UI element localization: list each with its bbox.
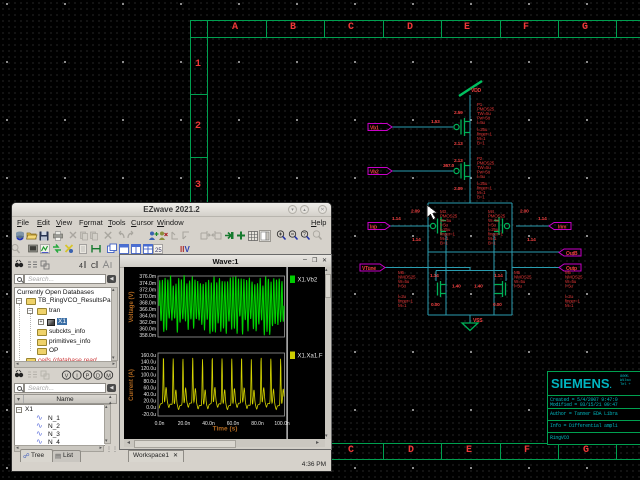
svg-text:M=1: M=1 bbox=[398, 303, 407, 308]
svg-text:4: 4 bbox=[79, 263, 83, 270]
svg-text:1.14: 1.14 bbox=[430, 273, 439, 279]
svg-text:l=5u: l=5u bbox=[565, 284, 574, 289]
svg-text:370.0m: 370.0m bbox=[139, 294, 156, 300]
svg-text:2.13: 2.13 bbox=[454, 141, 463, 147]
svg-text:80.0n: 80.0n bbox=[251, 421, 264, 427]
svg-text:1.14: 1.14 bbox=[392, 216, 401, 222]
svg-text:1.40: 1.40 bbox=[474, 284, 483, 290]
svg-text:374.0m: 374.0m bbox=[139, 281, 156, 287]
svg-text:2.09: 2.09 bbox=[411, 209, 420, 215]
svg-text:1.40: 1.40 bbox=[452, 284, 461, 290]
svg-text:VDD: VDD bbox=[471, 88, 482, 94]
svg-text:1.53: 1.53 bbox=[431, 119, 440, 125]
svg-text:P: P bbox=[86, 373, 90, 379]
svg-text:80.0u: 80.0u bbox=[143, 379, 156, 385]
svg-text:40.0u: 40.0u bbox=[143, 392, 156, 398]
svg-text:372.0m: 372.0m bbox=[139, 287, 156, 293]
svg-text:2.13: 2.13 bbox=[454, 158, 463, 164]
svg-text:Vb1: Vb1 bbox=[370, 126, 379, 132]
svg-text:0.00: 0.00 bbox=[431, 302, 440, 308]
svg-text:140.0u: 140.0u bbox=[141, 359, 157, 365]
svg-text:358.0m: 358.0m bbox=[139, 333, 156, 339]
svg-text:Time (s): Time (s) bbox=[213, 426, 238, 433]
svg-text:368.0m: 368.0m bbox=[139, 300, 156, 306]
svg-text:20.0u: 20.0u bbox=[143, 399, 156, 405]
svg-text:B=1: B=1 bbox=[477, 141, 485, 146]
svg-text:Current (A): Current (A) bbox=[129, 369, 135, 401]
svg-text:2.59: 2.59 bbox=[454, 110, 463, 116]
svg-text:120.0u: 120.0u bbox=[141, 366, 157, 372]
svg-text:0.00: 0.00 bbox=[493, 302, 502, 308]
svg-text:l=5u: l=5u bbox=[477, 174, 486, 179]
svg-text:1.14: 1.14 bbox=[538, 216, 547, 222]
svg-text:V: V bbox=[65, 373, 69, 379]
svg-text:OutB: OutB bbox=[566, 251, 578, 257]
svg-text:l=5u: l=5u bbox=[514, 284, 523, 289]
svg-text:D: D bbox=[96, 373, 100, 379]
svg-text:M: M bbox=[106, 373, 111, 379]
svg-text:2.00: 2.00 bbox=[520, 209, 529, 215]
svg-text:100.0n: 100.0n bbox=[274, 421, 290, 427]
svg-text:M=1: M=1 bbox=[565, 303, 574, 308]
svg-text:1.14: 1.14 bbox=[527, 237, 536, 243]
svg-text:360.0m: 360.0m bbox=[139, 327, 156, 333]
svg-text:C: C bbox=[91, 263, 96, 270]
svg-text:-20.0u: -20.0u bbox=[142, 412, 156, 418]
svg-text:100.0u: 100.0u bbox=[141, 373, 157, 379]
svg-text:l=5u: l=5u bbox=[477, 120, 486, 125]
svg-text:?: ? bbox=[303, 232, 306, 238]
svg-text:IIV: IIV bbox=[180, 245, 190, 254]
svg-text:60.0u: 60.0u bbox=[143, 386, 156, 392]
svg-text:376.0m: 376.0m bbox=[139, 274, 156, 280]
svg-text:20.0n: 20.0n bbox=[178, 421, 191, 427]
svg-text:B=1: B=1 bbox=[440, 241, 448, 246]
svg-text:160.0u: 160.0u bbox=[141, 353, 157, 359]
svg-text:362.0m: 362.0m bbox=[139, 320, 156, 326]
svg-text:364.0m: 364.0m bbox=[139, 314, 156, 320]
svg-text:X1.Vb2: X1.Vb2 bbox=[298, 278, 318, 284]
svg-text:VTune: VTune bbox=[362, 266, 376, 272]
svg-text:367.0: 367.0 bbox=[443, 163, 455, 169]
svg-text:0.0u: 0.0u bbox=[146, 405, 156, 411]
svg-text:l=5u: l=5u bbox=[398, 284, 407, 289]
svg-text:Inm: Inm bbox=[558, 225, 567, 231]
svg-text:B=1: B=1 bbox=[488, 241, 496, 246]
svg-text:Vb2: Vb2 bbox=[370, 170, 379, 176]
svg-text:Voltage (V): Voltage (V) bbox=[129, 292, 135, 323]
svg-text:1.14: 1.14 bbox=[412, 237, 421, 243]
svg-text:VSS: VSS bbox=[473, 318, 483, 324]
svg-text:B=1: B=1 bbox=[477, 195, 485, 200]
svg-text:Inp: Inp bbox=[370, 225, 377, 231]
svg-text:I: I bbox=[76, 373, 78, 379]
svg-text:2.09: 2.09 bbox=[454, 186, 463, 192]
svg-text:X1.Xa1.F: X1.Xa1.F bbox=[298, 354, 323, 360]
svg-text:0.0n: 0.0n bbox=[155, 421, 165, 427]
svg-text:366.0m: 366.0m bbox=[139, 307, 156, 313]
svg-text:1.14: 1.14 bbox=[494, 273, 503, 279]
